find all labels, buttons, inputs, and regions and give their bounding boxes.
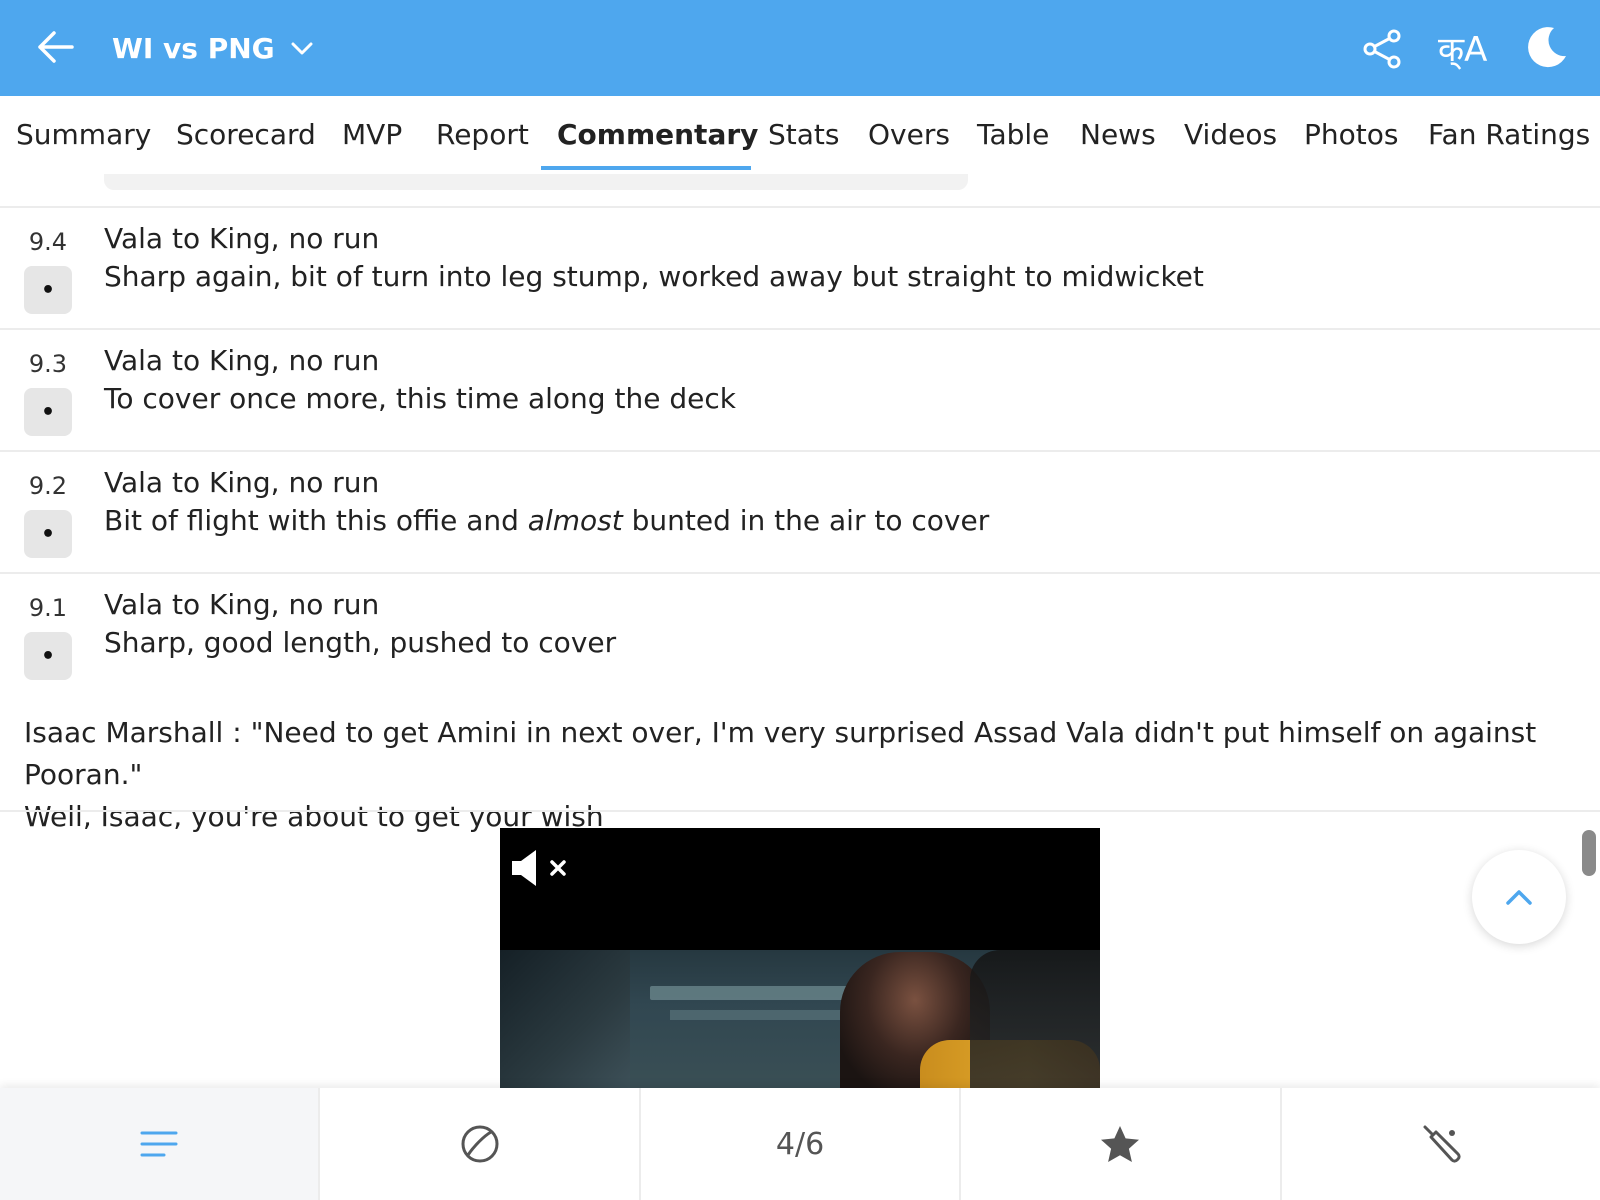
- share-icon[interactable]: [1362, 28, 1404, 70]
- tab-videos[interactable]: Videos: [1184, 96, 1277, 174]
- ball-description: Sharp, good length, pushed to cover: [104, 626, 617, 659]
- tab-overs[interactable]: Overs: [868, 96, 950, 174]
- match-tabs: Summary Scorecard MVP Report Commentary …: [0, 96, 1600, 174]
- bottom-nav-highlights[interactable]: [959, 1088, 1279, 1200]
- bottom-nav-commentary[interactable]: [0, 1088, 319, 1200]
- tab-summary[interactable]: Summary: [16, 96, 151, 174]
- muted-speaker-icon[interactable]: [510, 848, 574, 888]
- ball-result-badge: •: [24, 510, 72, 558]
- bottom-nav-live[interactable]: [318, 1088, 638, 1200]
- match-title: WI vs PNG: [112, 31, 275, 65]
- ball-description: To cover once more, this time along the …: [104, 382, 736, 415]
- ball-title: Vala to King, no run: [104, 344, 380, 377]
- video-frame: [500, 950, 1100, 1088]
- tab-mvp[interactable]: MVP: [342, 96, 402, 174]
- tab-commentary[interactable]: Commentary: [557, 96, 758, 174]
- scroll-to-top-button[interactable]: [1472, 850, 1566, 944]
- cricket-ball-icon: [461, 1125, 499, 1163]
- tab-news[interactable]: News: [1080, 96, 1156, 174]
- video-player[interactable]: [500, 828, 1100, 1088]
- over-progress-label: 4/6: [775, 1126, 825, 1162]
- tab-stats[interactable]: Stats: [768, 96, 839, 174]
- ball-result-badge: •: [24, 266, 72, 314]
- ball-description: Sharp again, bit of turn into leg stump,…: [104, 260, 1204, 293]
- language-toggle[interactable]: क्A: [1438, 30, 1487, 70]
- bottom-nav: 4/6: [0, 1088, 1600, 1200]
- scrollbar-thumb[interactable]: [1582, 830, 1596, 876]
- tab-photos[interactable]: Photos: [1304, 96, 1398, 174]
- ball-description: Bit of flight with this offie and almost…: [104, 504, 990, 537]
- match-selector[interactable]: WI vs PNG: [112, 26, 313, 70]
- back-arrow-icon[interactable]: [34, 26, 76, 68]
- bottom-nav-over-progress[interactable]: 4/6: [638, 1088, 959, 1200]
- ball-result-badge: •: [24, 632, 72, 680]
- clipped-commentary-card: [104, 174, 968, 190]
- over-number: 9.4: [28, 228, 68, 256]
- divider: [0, 810, 1600, 812]
- ball-result-badge: •: [24, 388, 72, 436]
- over-number: 9.2: [28, 472, 68, 500]
- top-app-bar: WI vs PNG क्A: [0, 0, 1600, 96]
- menu-lines-icon: [140, 1131, 178, 1157]
- ball-title: Vala to King, no run: [104, 588, 380, 621]
- commentary-note: Isaac Marshall : "Need to get Amini in n…: [24, 712, 1584, 838]
- chevron-up-icon: [1506, 890, 1532, 905]
- over-number: 9.1: [28, 594, 68, 622]
- note-line: Isaac Marshall : "Need to get Amini in n…: [24, 716, 1537, 791]
- star-icon: [1101, 1126, 1140, 1162]
- commentary-row: 9.2 • Vala to King, no run Bit of flight…: [0, 452, 1600, 572]
- over-number: 9.3: [28, 350, 68, 378]
- active-tab-indicator: [541, 166, 751, 170]
- bottom-nav-batting[interactable]: [1279, 1088, 1600, 1200]
- cricket-bat-icon: [1423, 1125, 1461, 1163]
- chevron-down-icon: [291, 42, 313, 55]
- tab-fan-ratings[interactable]: Fan Ratings: [1428, 96, 1590, 174]
- commentary-row: 9.1 • Vala to King, no run Sharp, good l…: [0, 574, 1600, 694]
- tab-report[interactable]: Report: [436, 96, 529, 174]
- ball-title: Vala to King, no run: [104, 222, 380, 255]
- commentary-row: 9.4 • Vala to King, no run Sharp again, …: [0, 208, 1600, 328]
- tab-scorecard[interactable]: Scorecard: [176, 96, 316, 174]
- ball-title: Vala to King, no run: [104, 466, 380, 499]
- commentary-row: 9.3 • Vala to King, no run To cover once…: [0, 330, 1600, 450]
- tab-table[interactable]: Table: [977, 96, 1049, 174]
- moon-icon[interactable]: [1524, 24, 1570, 70]
